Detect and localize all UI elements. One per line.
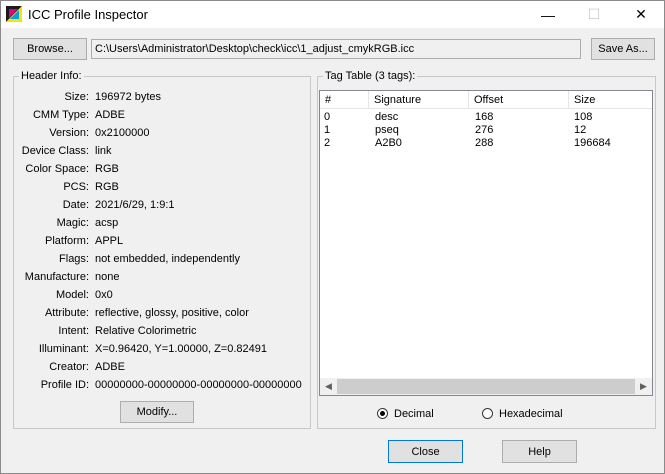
field-label: Version: bbox=[49, 127, 89, 139]
field-value: not embedded, independently bbox=[95, 253, 240, 265]
field-value: link bbox=[95, 145, 112, 157]
field-value: RGB bbox=[95, 181, 119, 193]
field-label: Profile ID: bbox=[40, 379, 89, 391]
field-value: none bbox=[95, 271, 120, 283]
title-bar[interactable]: ICC Profile Inspector — ☐ ✕ bbox=[1, 1, 664, 28]
field-value: ADBE bbox=[95, 109, 125, 121]
header-info-row: Profile ID: 00000000-00000000-00000000-00… bbox=[14, 379, 314, 393]
header-info-row: Date: 2021/6/29, 1:9:1 bbox=[14, 199, 314, 213]
radio-selected-dot bbox=[380, 411, 385, 416]
close-button[interactable]: Close bbox=[388, 440, 463, 463]
table-cell: 288 bbox=[475, 137, 494, 149]
table-cell: 196684 bbox=[574, 137, 611, 149]
field-value: ADBE bbox=[95, 361, 125, 373]
maximize-button[interactable]: ☐ bbox=[571, 1, 617, 28]
field-value: 00000000-00000000-00000000-00000000 bbox=[95, 379, 302, 391]
header-info-row: Magic: acsp bbox=[14, 217, 314, 231]
table-cell: desc bbox=[375, 111, 399, 123]
field-label: PCS: bbox=[63, 181, 89, 193]
header-info-row: Illuminant: X=0.96420, Y=1.00000, Z=0.824… bbox=[14, 343, 314, 357]
field-label: CMM Type: bbox=[32, 109, 89, 121]
field-value: 0x0 bbox=[95, 289, 113, 301]
header-info-row: Flags: not embedded, independently bbox=[14, 253, 314, 267]
table-row[interactable]: 2 A2B0 288 196684 bbox=[320, 137, 652, 150]
field-value: APPL bbox=[95, 235, 124, 247]
scrollbar-thumb[interactable] bbox=[337, 379, 635, 394]
table-cell: 1 bbox=[324, 124, 331, 136]
header-info-row: Color Space: RGB bbox=[14, 163, 314, 177]
header-info-row: Creator: ADBE bbox=[14, 361, 314, 375]
save-as-button[interactable]: Save As... bbox=[591, 38, 655, 60]
header-info-row: Model: 0x0 bbox=[14, 289, 314, 303]
table-cell: 12 bbox=[574, 124, 587, 136]
field-value: 2021/6/29, 1:9:1 bbox=[95, 199, 175, 211]
header-info-row: CMM Type: ADBE bbox=[14, 109, 314, 123]
header-info-label: Header Info: bbox=[19, 70, 84, 82]
field-value: RGB bbox=[95, 163, 119, 175]
field-label: Magic: bbox=[56, 217, 89, 229]
maximize-icon: ☐ bbox=[587, 6, 601, 22]
field-label: Model: bbox=[55, 289, 89, 301]
tag-table-header: # Signature Offset Size bbox=[320, 91, 652, 109]
header-info-row: Intent: Relative Colorimetric bbox=[14, 325, 314, 339]
table-row[interactable]: 1 pseq 276 12 bbox=[320, 124, 652, 137]
table-cell: A2B0 bbox=[375, 137, 402, 149]
field-value: X=0.96420, Y=1.00000, Z=0.82491 bbox=[95, 343, 267, 355]
hexadecimal-radio-label[interactable]: Hexadecimal bbox=[499, 408, 563, 420]
scroll-left-icon[interactable]: ◀ bbox=[320, 378, 337, 395]
hexadecimal-radio[interactable] bbox=[482, 408, 493, 419]
browse-button[interactable]: Browse... bbox=[13, 38, 87, 60]
header-info-row: PCS: RGB bbox=[14, 181, 314, 195]
table-cell: 0 bbox=[324, 111, 331, 123]
column-header-size[interactable]: Size bbox=[569, 91, 652, 108]
table-cell: 2 bbox=[324, 137, 331, 149]
close-window-button[interactable]: ✕ bbox=[618, 1, 664, 28]
minimize-icon: — bbox=[541, 6, 555, 23]
app-window: ICC Profile Inspector — ☐ ✕ Browse... C:… bbox=[0, 0, 665, 474]
field-label: Illuminant: bbox=[38, 343, 89, 355]
table-cell: 168 bbox=[475, 111, 494, 123]
field-value: Relative Colorimetric bbox=[95, 325, 197, 337]
table-cell: 276 bbox=[475, 124, 494, 136]
field-label: Attribute: bbox=[44, 307, 89, 319]
column-header-number[interactable]: # bbox=[320, 91, 369, 108]
field-label: Size: bbox=[64, 91, 89, 103]
tag-table-list[interactable]: # Signature Offset Size 0 desc 168 108 1 pseq… bbox=[319, 90, 653, 396]
horizontal-scrollbar[interactable]: ◀ ▶ bbox=[320, 378, 652, 395]
field-label: Platform: bbox=[44, 235, 89, 247]
minimize-button[interactable]: — bbox=[525, 1, 571, 28]
header-info-row: Version: 0x2100000 bbox=[14, 127, 314, 141]
header-info-row: Platform: APPL bbox=[14, 235, 314, 249]
table-row[interactable]: 0 desc 168 108 bbox=[320, 111, 652, 124]
decimal-radio-label[interactable]: Decimal bbox=[394, 408, 434, 420]
header-info-row: Device Class: link bbox=[14, 145, 314, 159]
field-value: reflective, glossy, positive, color bbox=[95, 307, 249, 319]
app-icon bbox=[6, 6, 22, 22]
field-label: Device Class: bbox=[21, 145, 89, 157]
field-label: Date: bbox=[62, 199, 89, 211]
tag-table-label: Tag Table (3 tags): bbox=[323, 70, 418, 82]
modify-button[interactable]: Modify... bbox=[120, 401, 194, 423]
table-cell: pseq bbox=[375, 124, 399, 136]
close-icon: ✕ bbox=[635, 6, 647, 22]
field-value: 196972 bytes bbox=[95, 91, 162, 103]
field-label: Color Space: bbox=[25, 163, 89, 175]
header-info-row: Attribute: reflective, glossy, positive, … bbox=[14, 307, 314, 321]
field-value: acsp bbox=[95, 217, 119, 229]
field-label: Manufacture: bbox=[24, 271, 89, 283]
decimal-radio[interactable] bbox=[377, 408, 388, 419]
column-header-signature[interactable]: Signature bbox=[369, 91, 469, 108]
help-button[interactable]: Help bbox=[502, 440, 577, 463]
column-header-offset[interactable]: Offset bbox=[469, 91, 569, 108]
header-info-row: Size: 196972 bytes bbox=[14, 91, 314, 105]
header-info-row: Manufacture: none bbox=[14, 271, 314, 285]
table-cell: 108 bbox=[574, 111, 593, 123]
field-label: Flags: bbox=[59, 253, 89, 265]
field-label: Intent: bbox=[58, 325, 89, 337]
file-path-field[interactable]: C:\Users\Administrator\Desktop\check\icc… bbox=[91, 39, 581, 59]
field-label: Creator: bbox=[49, 361, 89, 373]
scroll-right-icon[interactable]: ▶ bbox=[635, 378, 652, 395]
window-title: ICC Profile Inspector bbox=[28, 7, 148, 22]
field-value: 0x2100000 bbox=[95, 127, 150, 139]
